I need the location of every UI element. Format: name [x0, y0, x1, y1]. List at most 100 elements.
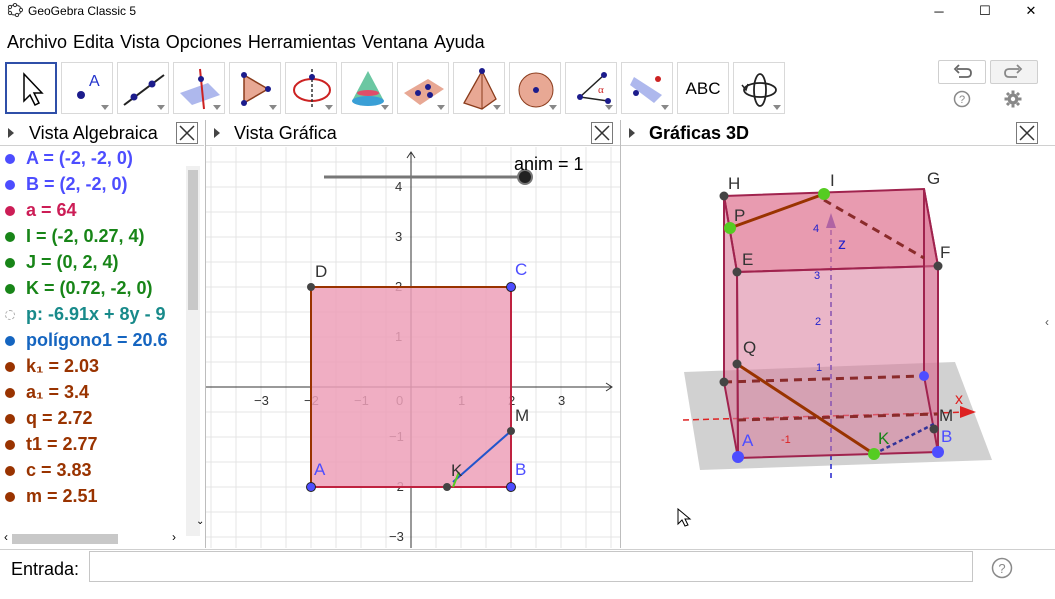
minimize-button[interactable]: ─ [916, 0, 962, 22]
algebra-row[interactable]: B = (2, -2, 0) [0, 172, 190, 198]
pyramid-tool-button[interactable] [453, 62, 505, 114]
visibility-toggle-icon[interactable] [5, 310, 15, 320]
algebra-scrollbar-thumb[interactable] [188, 170, 198, 310]
input-field[interactable] [89, 551, 973, 582]
polygon-tool-button[interactable] [229, 62, 281, 114]
circle-tool-button[interactable] [285, 62, 337, 114]
algebra-row[interactable]: a = 64 [0, 198, 190, 224]
collapse-graphics-icon[interactable] [214, 128, 220, 138]
algebra-hscrollbar[interactable]: ‹ › [4, 530, 186, 546]
cursor-arrow-icon [23, 72, 44, 107]
point-3d[interactable] [719, 377, 729, 387]
point-c[interactable] [506, 282, 516, 292]
box-top-face [722, 187, 940, 274]
move-tool-button[interactable] [5, 62, 57, 114]
point-f-3d[interactable] [933, 261, 943, 271]
point-m[interactable] [507, 427, 515, 435]
sphere-tool-button[interactable] [509, 62, 561, 114]
visibility-toggle-icon[interactable] [5, 258, 15, 268]
point-a[interactable] [306, 482, 316, 492]
visibility-toggle-icon[interactable] [5, 388, 15, 398]
point-h-label: H [728, 174, 740, 193]
help-icon[interactable]: ? [953, 90, 971, 108]
point-k-3d[interactable] [868, 448, 880, 460]
redo-button[interactable] [990, 60, 1038, 84]
collapse-3d-icon[interactable] [629, 128, 635, 138]
algebra-row[interactable]: q = 2.72 [0, 406, 190, 432]
expand-sidebar-arrow-icon[interactable]: ‹ [1045, 315, 1049, 329]
algebra-row[interactable]: polígono1 = 20.6 [0, 328, 190, 354]
toolbar: A α ABC ? [0, 58, 1055, 118]
algebra-row[interactable]: I = (-2, 0.27, 4) [0, 224, 190, 250]
point-m-3d[interactable] [929, 424, 939, 434]
algebra-row[interactable]: a₁ = 3.4 [0, 380, 190, 406]
svg-text:?: ? [959, 94, 965, 106]
geogebra-logo-icon [7, 3, 23, 17]
line-tool-button[interactable] [117, 62, 169, 114]
visibility-toggle-icon[interactable] [5, 154, 15, 164]
point-q-label: Q [743, 338, 756, 357]
algebra-view-title: Vista Algebraica [29, 123, 158, 143]
algebra-row[interactable]: t1 = 2.77 [0, 432, 190, 458]
graphics-view-canvas[interactable]: −3 −2 −1 0 1 2 3 4 3 2 1 −1 −2 −3 anim =… [206, 147, 620, 548]
plane-tool-button[interactable] [397, 62, 449, 114]
angle-tool-button[interactable]: α [565, 62, 617, 114]
point-tool-label: A [89, 73, 100, 90]
settings-gear-icon[interactable] [1004, 90, 1022, 108]
menu-herramientas[interactable]: Herramientas [248, 28, 362, 56]
algebra-row[interactable]: K = (0.72, -2, 0) [0, 276, 190, 302]
visibility-toggle-icon[interactable] [5, 336, 15, 346]
menu-vista[interactable]: Vista [120, 28, 166, 56]
scroll-right-arrow-icon[interactable]: › [172, 530, 176, 544]
close-window-button[interactable]: ✕ [1008, 0, 1054, 22]
rotate-view-tool-button[interactable] [733, 62, 785, 114]
point-i-3d[interactable] [818, 188, 830, 200]
visibility-toggle-icon[interactable] [5, 284, 15, 294]
point-q-3d[interactable] [732, 359, 742, 369]
point-3d[interactable] [919, 371, 929, 381]
graphics-3d-canvas[interactable]: 4 3 2 1 -1 z x H I G P E F Q A K B M [621, 147, 1055, 548]
visibility-toggle-icon[interactable] [5, 414, 15, 424]
visibility-toggle-icon[interactable] [5, 492, 15, 502]
menu-edita[interactable]: Edita [73, 28, 120, 56]
scroll-left-arrow-icon[interactable]: ‹ [4, 530, 8, 544]
algebra-hscrollbar-thumb[interactable] [12, 534, 118, 544]
point-b-3d[interactable] [932, 446, 944, 458]
input-help-icon[interactable]: ? [991, 557, 1013, 579]
point-e-3d[interactable] [732, 267, 742, 277]
input-label: Entrada: [11, 559, 80, 579]
collapse-algebra-icon[interactable] [8, 128, 14, 138]
point-b[interactable] [506, 482, 516, 492]
algebra-row[interactable]: A = (-2, -2, 0) [0, 146, 190, 172]
close-algebra-view-button[interactable] [176, 122, 198, 144]
algebra-row[interactable]: c = 3.83 [0, 458, 190, 484]
menu-ventana[interactable]: Ventana [362, 28, 434, 56]
undo-button[interactable] [938, 60, 986, 84]
algebra-row[interactable]: k₁ = 2.03 [0, 354, 190, 380]
maximize-button[interactable]: ☐ [962, 0, 1008, 22]
menu-ayuda[interactable]: Ayuda [434, 28, 491, 56]
visibility-toggle-icon[interactable] [5, 440, 15, 450]
algebra-row[interactable]: m = 2.51 [0, 484, 190, 510]
visibility-toggle-icon[interactable] [5, 206, 15, 216]
point-d[interactable] [307, 283, 315, 291]
menu-archivo[interactable]: Archivo [0, 28, 73, 56]
algebra-view: A = (-2, -2, 0) B = (2, -2, 0) a = 64 I = (… [0, 146, 204, 548]
perpendicular-tool-button[interactable] [173, 62, 225, 114]
point-a-3d[interactable] [732, 451, 744, 463]
visibility-toggle-icon[interactable] [5, 362, 15, 372]
menu-opciones[interactable]: Opciones [166, 28, 248, 56]
text-tool-button[interactable]: ABC [677, 62, 729, 114]
point-k[interactable] [443, 483, 451, 491]
cone-tool-button[interactable] [341, 62, 393, 114]
visibility-toggle-icon[interactable] [5, 232, 15, 242]
algebra-row[interactable]: J = (0, 2, 4) [0, 250, 190, 276]
visibility-toggle-icon[interactable] [5, 466, 15, 476]
close-3d-view-button[interactable] [1016, 122, 1038, 144]
scroll-down-arrow-icon[interactable]: ⌄ [196, 516, 204, 527]
point-tool-button[interactable]: A [61, 62, 113, 114]
reflect-tool-button[interactable] [621, 62, 673, 114]
visibility-toggle-icon[interactable] [5, 180, 15, 190]
close-graphics-view-button[interactable] [591, 122, 613, 144]
algebra-row[interactable]: p: -6.91x + 8y - 9 [0, 302, 190, 328]
